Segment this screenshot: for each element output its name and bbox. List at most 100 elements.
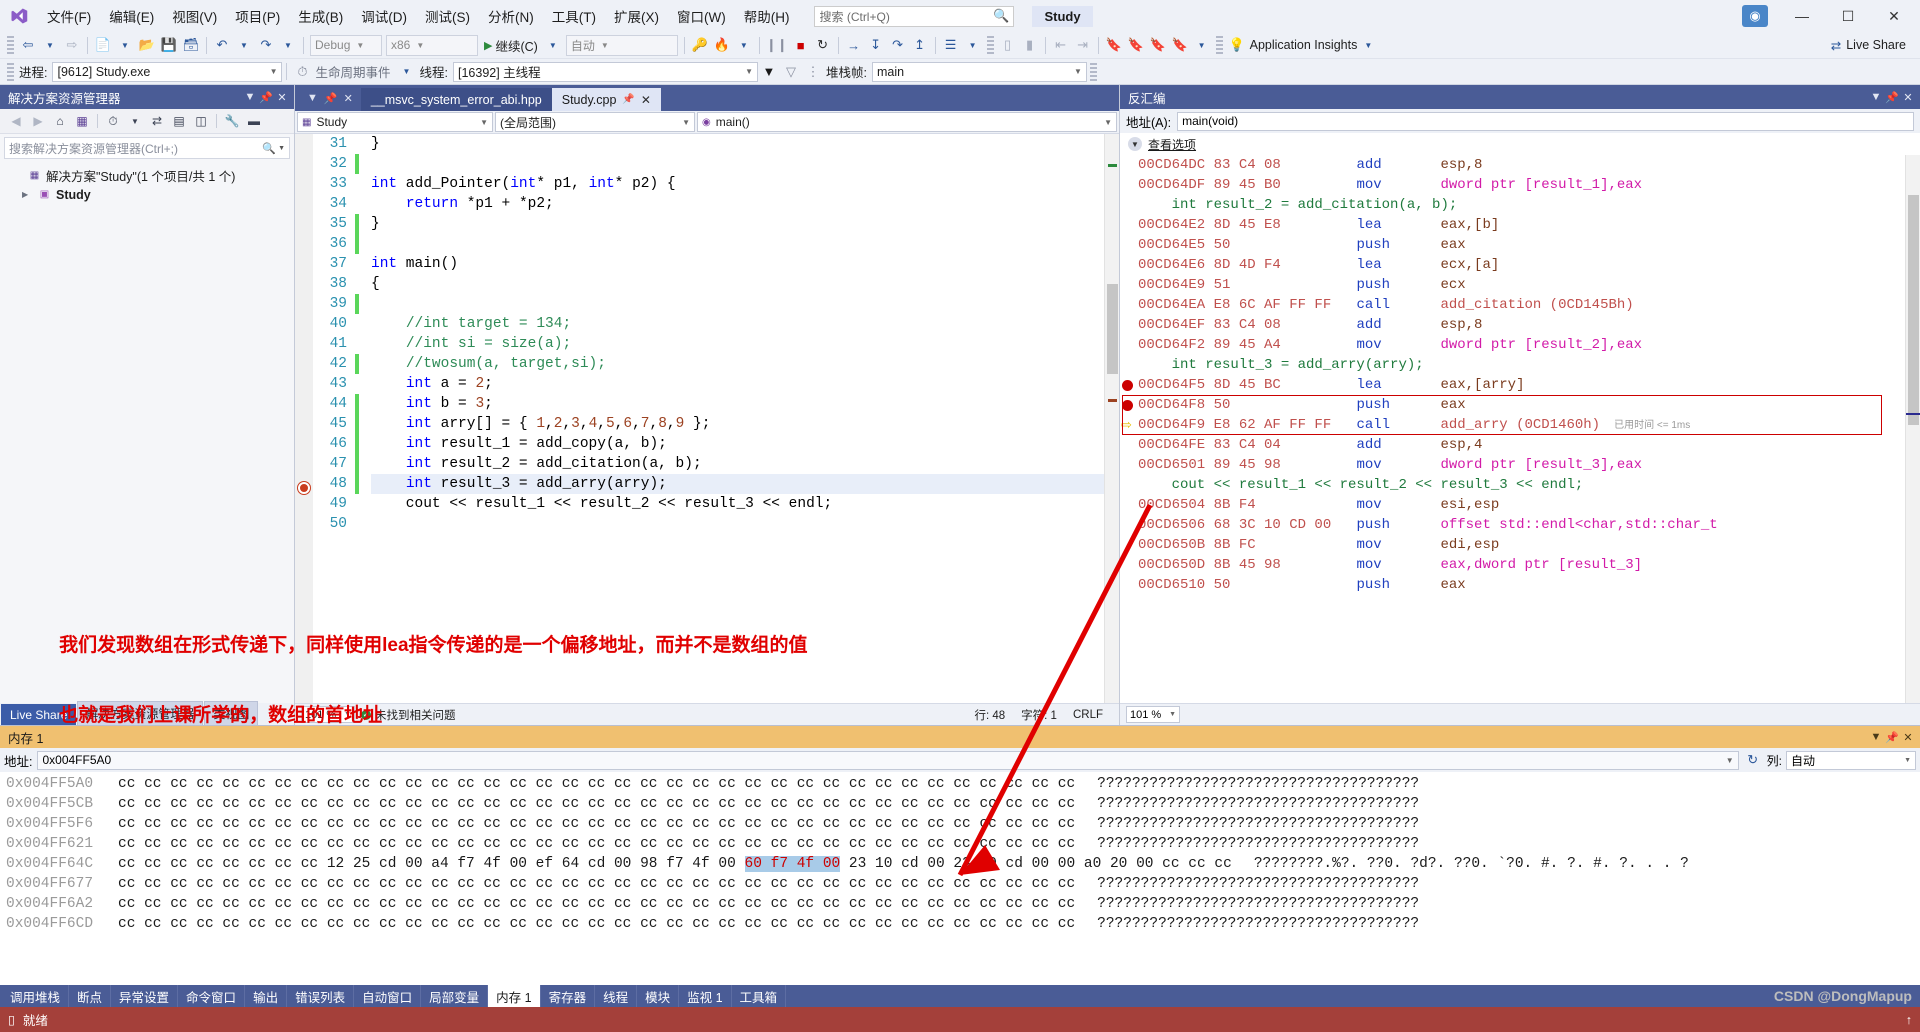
tab-class-view[interactable]: 类视图 [204, 701, 259, 725]
disassembly-scroll-thumb[interactable] [1908, 195, 1919, 425]
editor-zoom-combo[interactable]: 101 % ▼ [301, 706, 355, 723]
menu-help[interactable]: 帮助(H) [735, 2, 799, 30]
menu-view[interactable]: 视图(V) [163, 2, 226, 30]
minimize-button[interactable]: — [1780, 1, 1824, 31]
back-dropdown-icon[interactable]: ▼ [39, 34, 61, 56]
solution-search-input[interactable]: 搜索解决方案资源管理器(Ctrl+;) 🔍 ▼ [4, 137, 290, 159]
menu-project[interactable]: 项目(P) [226, 2, 289, 30]
disassembly-view-options[interactable]: ▼ 查看选项 [1120, 133, 1920, 155]
show-all-files-icon[interactable]: ◫ [191, 111, 211, 131]
code-editor-surface[interactable]: 31 32 33 34 35 36 37 38 39 40 41 42 43 44 45 46 47 48 49 50… [295, 134, 1119, 703]
editor-tab-hpp[interactable]: __msvc_system_error_abi.hpp [360, 88, 552, 111]
open-file-icon[interactable]: 📂 [136, 34, 158, 56]
debug-tab-item[interactable]: 模块 [637, 985, 680, 1007]
memory-row[interactable]: 0x004FF621 cc cc cc cc cc cc cc cc cc cc … [0, 834, 1920, 854]
pending-changes-icon[interactable]: ⏱ [103, 111, 123, 131]
debug-tab-item[interactable]: 监视 1 [679, 985, 732, 1007]
chevron-down-icon[interactable]: ▼ [278, 145, 285, 152]
save-all-icon[interactable]: 🗃 [180, 34, 202, 56]
panel-dropdown-icon[interactable]: ▼ [1868, 91, 1884, 103]
restart-debug-icon[interactable]: ↻ [812, 34, 834, 56]
thread-combo[interactable]: [16392] 主线程 ▼ [452, 61, 758, 82]
attach-process-icon[interactable]: 🔑 [689, 34, 711, 56]
redo-icon[interactable]: ↷ [255, 34, 277, 56]
properties-icon[interactable]: 🔧 [222, 111, 242, 131]
back-navigate-icon[interactable]: ⇦ [17, 34, 39, 56]
previous-bookmark-icon[interactable]: 🔖 [1125, 34, 1147, 56]
memory-row[interactable]: 0x004FF5F6 cc cc cc cc cc cc cc cc cc cc … [0, 814, 1920, 834]
lifecycle-dropdown-icon[interactable]: ▼ [396, 61, 418, 83]
panel-dropdown-icon[interactable]: ▼ [1868, 731, 1884, 743]
stop-debug-icon[interactable]: ■ [790, 34, 812, 56]
debug-tab-item[interactable]: 调用堆栈 [2, 985, 70, 1007]
solution-platform-combo[interactable]: x86 ▼ [386, 34, 478, 56]
memory-row[interactable]: 0x004FF6CD cc cc cc cc cc cc cc cc cc cc … [0, 914, 1920, 934]
menu-test[interactable]: 测试(S) [416, 2, 479, 30]
panel-dropdown-icon[interactable]: ▼ [242, 91, 258, 103]
forward-navigate-icon[interactable]: ⇨ [61, 34, 83, 56]
app-insights-icon[interactable]: 💡 [1226, 34, 1248, 56]
debug-target-combo[interactable]: 自动 ▼ [565, 34, 678, 56]
toggle-bookmark-icon[interactable]: 🔖 [1103, 34, 1125, 56]
debug-tab-item[interactable]: 寄存器 [541, 985, 596, 1007]
memory-rows[interactable]: 0x004FF5A0 cc cc cc cc cc cc cc cc cc cc … [0, 772, 1920, 985]
hot-reload-icon[interactable]: 🔥 [711, 34, 733, 56]
step-out-icon[interactable]: ↥ [909, 34, 931, 56]
debug-tab-item[interactable]: 错误列表 [287, 985, 355, 1007]
solution-icon[interactable]: ▦ [72, 111, 92, 131]
editor-breakpoint-marker[interactable] [298, 482, 310, 494]
disassembly-marker-gutter[interactable]: ⇨ [1120, 155, 1136, 703]
tab-live-share[interactable]: Live Share [1, 704, 77, 725]
tab-solution-explorer[interactable]: 解决方案资源管理器 [77, 701, 204, 725]
undo-dropdown-icon[interactable]: ▼ [233, 34, 255, 56]
menu-build[interactable]: 生成(B) [289, 2, 352, 30]
forward-icon[interactable]: ▶ [28, 111, 48, 131]
memory-row[interactable]: 0x004FF64C cc cc cc cc cc cc cc cc 12 25 … [0, 854, 1920, 874]
notification-icon[interactable]: ↑ [1906, 1013, 1912, 1027]
editor-code-lines[interactable]: } int add_Pointer(int* p1, int* p2) { re… [367, 134, 1119, 703]
editor-scroll-thumb[interactable] [1107, 284, 1118, 374]
comment-selection-icon[interactable]: ▯ [997, 34, 1019, 56]
editor-breakpoint-gutter[interactable] [295, 134, 313, 703]
menu-analyze[interactable]: 分析(N) [479, 2, 543, 30]
undo-icon[interactable]: ↶ [211, 34, 233, 56]
close-button[interactable]: ✕ [1872, 1, 1916, 31]
close-icon[interactable]: ✕ [1900, 91, 1916, 104]
project-node[interactable]: ▶ ▣ Study [0, 185, 294, 204]
debug-tab-item[interactable]: 输出 [245, 985, 288, 1007]
close-icon[interactable]: ✕ [274, 91, 290, 104]
chevron-down-icon[interactable]: ▼ [1128, 137, 1142, 151]
live-share-button[interactable]: ⇄ Live Share [1831, 38, 1920, 53]
disassembly-vertical-scrollbar[interactable] [1905, 155, 1920, 703]
tab-list-dropdown-icon[interactable]: ▼ [307, 92, 318, 104]
toolbar-grip-2[interactable] [986, 36, 994, 54]
solution-root-node[interactable]: ▦ 解决方案"Study"(1 个项目/共 1 个) [0, 166, 294, 185]
solution-config-combo[interactable]: Debug ▼ [310, 34, 382, 56]
debug-tab-item[interactable]: 断点 [69, 985, 112, 1007]
close-icon[interactable]: ✕ [344, 92, 353, 105]
increase-indent-icon[interactable]: ⇥ [1072, 34, 1094, 56]
debug-tab-item[interactable]: 异常设置 [111, 985, 179, 1007]
menu-window[interactable]: 窗口(W) [668, 2, 735, 30]
editor-tab-cpp[interactable]: Study.cpp 📌 ✕ [551, 88, 661, 111]
disassembly-body[interactable]: ⇨ 00CD64DC 83 C4 08 add esp,8 00CD64DF 89 4… [1120, 155, 1920, 703]
refresh-icon[interactable]: ↻ [1744, 752, 1762, 768]
new-file-dropdown-icon[interactable]: ▼ [114, 34, 136, 56]
debug-tab-item[interactable]: 局部变量 [421, 985, 489, 1007]
editor-issues-status[interactable]: ✓ 未找到相关问题 [361, 707, 456, 723]
continue-dropdown-icon[interactable]: ▼ [542, 34, 564, 56]
debugbar-grip-2[interactable] [1089, 62, 1097, 81]
nav-scope-combo[interactable]: (全局范围) ▼ [495, 112, 695, 132]
next-bookmark-icon[interactable]: 🔖 [1147, 34, 1169, 56]
lifecycle-events-icon[interactable]: ⏱ [291, 61, 313, 83]
process-combo[interactable]: [9612] Study.exe ▼ [52, 61, 283, 82]
account-globe-icon[interactable]: ◉ [1742, 5, 1768, 27]
step-over-icon[interactable]: ↷ [887, 34, 909, 56]
debug-tab-item[interactable]: 工具箱 [732, 985, 787, 1007]
continue-button[interactable]: ▶ 继续(C) [480, 34, 542, 56]
debug-tab-item[interactable]: 自动窗口 [354, 985, 422, 1007]
memory-row[interactable]: 0x004FF5CB cc cc cc cc cc cc cc cc cc cc … [0, 794, 1920, 814]
preview-icon[interactable]: ▬ [244, 111, 264, 131]
show-next-statement-icon[interactable]: → [843, 34, 865, 56]
unflag-threads-icon[interactable]: ▽ [780, 61, 802, 83]
